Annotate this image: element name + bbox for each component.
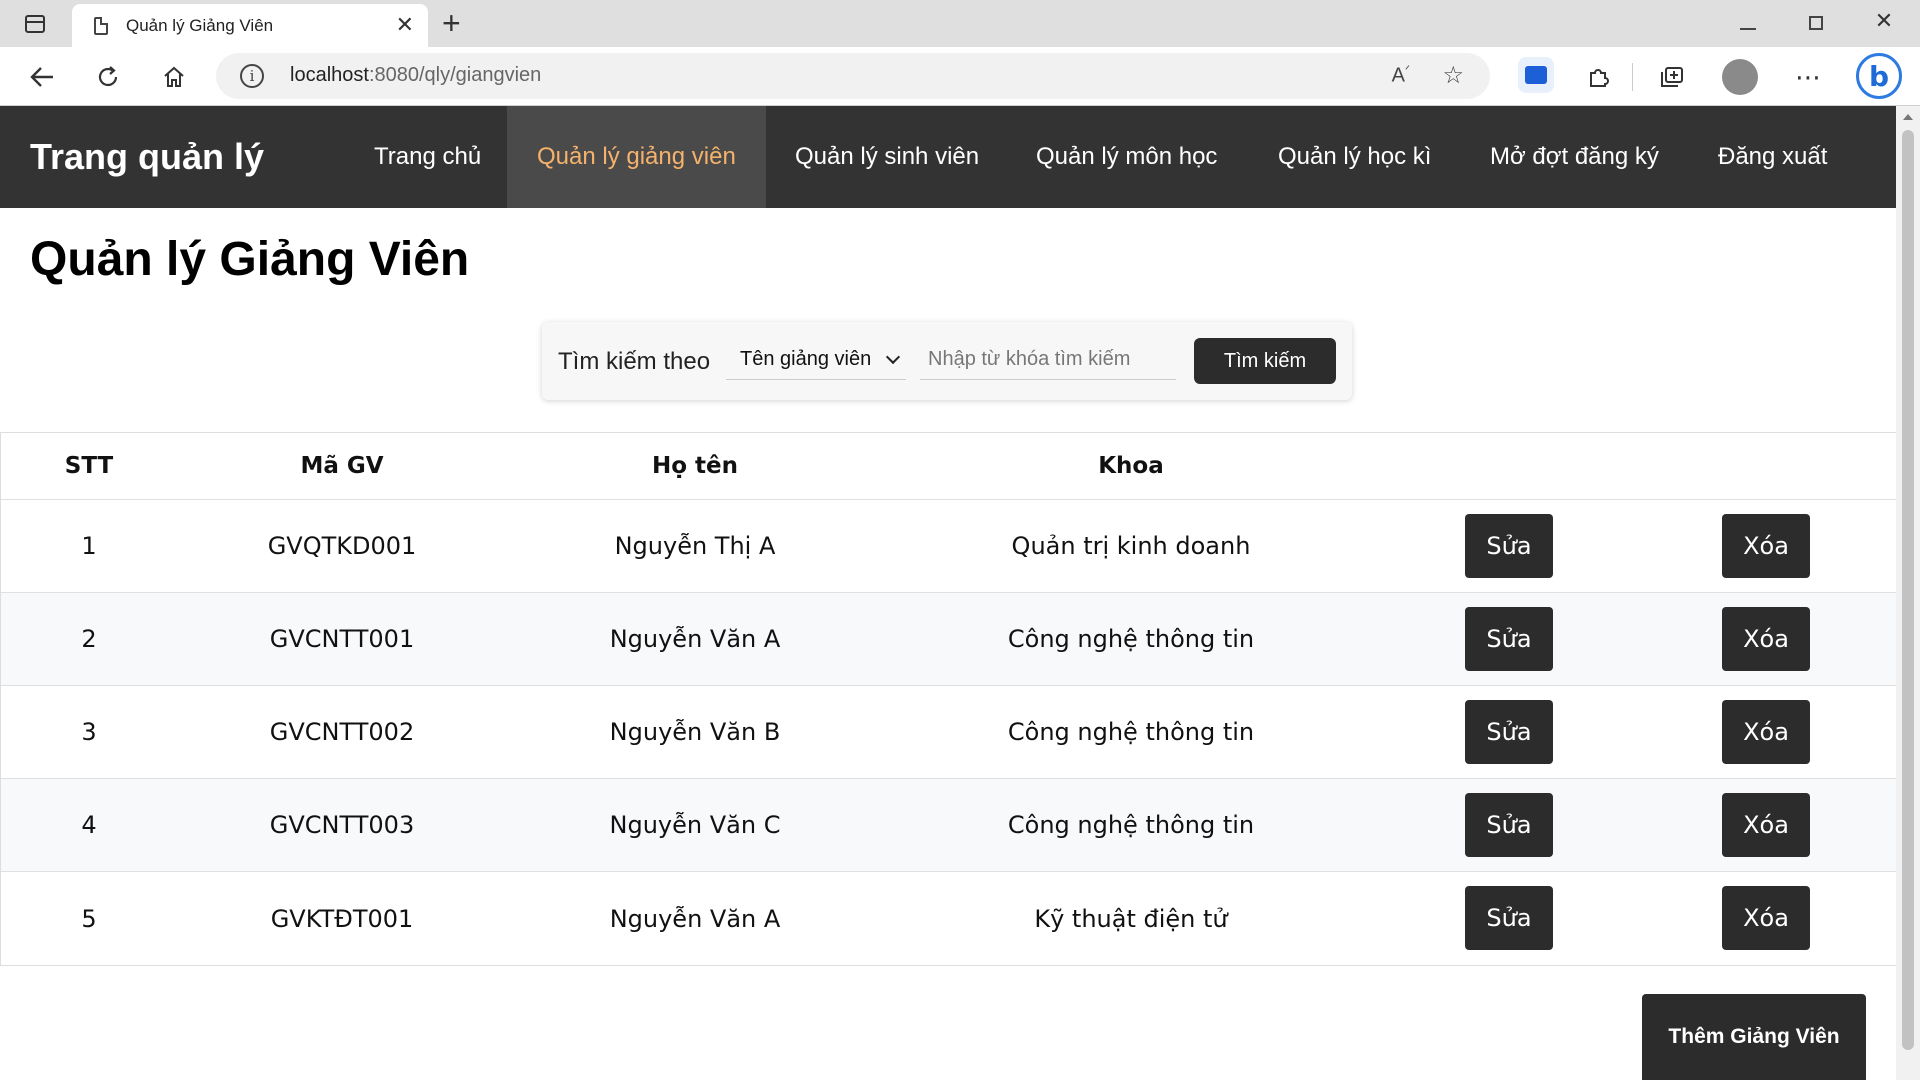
cell-ma-gv: GVKTĐT001 [270,904,414,933]
search-select-value: Tên giảng viên [740,348,872,370]
browser-toolbar: i localhost:8080/qly/giangvien Aᐟ ☆ ⋯ b [0,47,1920,106]
edit-button[interactable]: Sửa [1465,886,1553,950]
nav-open-registration[interactable]: Mở đợt đăng ký [1460,106,1689,208]
nav-logout[interactable]: Đăng xuất [1688,106,1857,208]
profile-avatar[interactable] [1722,59,1758,95]
cell-khoa: Công nghệ thông tin [1007,625,1255,653]
minimize-icon[interactable] [1728,8,1768,34]
delete-button[interactable]: Xóa [1722,793,1810,857]
browser-tab[interactable]: Quản lý Giảng Viên ✕ [72,4,428,47]
tab-close-icon[interactable]: ✕ [396,12,414,38]
scrollbar-thumb[interactable] [1902,130,1914,1050]
search-panel: Tìm kiếm theo Tên giảng viên Tìm kiếm [542,322,1352,400]
toolbar-separator [1632,63,1633,91]
collections-icon[interactable] [1652,57,1692,97]
delete-button[interactable]: Xóa [1722,514,1810,578]
bing-copilot-icon[interactable]: b [1856,53,1902,99]
edit-button[interactable]: Sửa [1465,607,1553,671]
header-khoa: Khoa [1098,453,1164,479]
lecturer-table: STT Mã GV Họ tên Khoa 1 GVQTKD001 Nguyễn… [0,432,1896,966]
scroll-up-icon[interactable] [1903,114,1913,120]
table-row: 1 GVQTKD001 Nguyễn Thị A Quản trị kinh d… [1,500,1896,593]
cell-stt: 2 [81,625,97,653]
cell-khoa: Công nghệ thông tin [1007,718,1255,746]
add-lecturer-button[interactable]: Thêm Giảng Viên [1642,994,1866,1080]
chevron-down-icon [885,349,901,365]
header-ho-ten: Họ tên [651,453,739,479]
cell-ma-gv: GVCNTT002 [269,718,415,746]
tab-title: Quản lý Giảng Viên [126,16,274,35]
nav-home[interactable]: Trang chủ [344,106,511,208]
cell-ma-gv: GVCNTT003 [269,811,415,839]
search-input[interactable] [920,340,1176,380]
extensions-puzzle-icon[interactable] [1578,57,1618,97]
search-button[interactable]: Tìm kiếm [1194,338,1336,384]
cell-khoa: Quản trị kinh doanh [1011,532,1251,560]
page-icon [94,17,108,35]
table-row: 3 GVCNTT002 Nguyễn Văn B Công nghệ thông… [1,686,1896,779]
cell-ho-ten: Nguyễn Thị A [614,532,776,560]
delete-button[interactable]: Xóa [1722,700,1810,764]
table-header-row: STT Mã GV Họ tên Khoa [1,433,1896,500]
address-bar[interactable]: i localhost:8080/qly/giangvien Aᐟ ☆ [216,53,1490,99]
nav-lecturer-management[interactable]: Quản lý giảng viên [507,106,766,208]
tab-actions-icon[interactable] [14,8,56,40]
add-favorite-icon[interactable]: ☆ [1442,61,1464,90]
edit-button[interactable]: Sửa [1465,514,1553,578]
extension-icon[interactable] [1518,57,1554,93]
cell-ma-gv: GVCNTT001 [269,625,415,653]
edit-button[interactable]: Sửa [1465,793,1553,857]
page-title: Quản lý Giảng Viên [30,233,470,286]
cell-ho-ten: Nguyễn Văn A [609,904,781,933]
url-text: localhost:8080/qly/giangvien [290,64,542,86]
cell-stt: 1 [81,532,97,560]
search-field-select[interactable]: Tên giảng viên [726,340,906,380]
cell-ma-gv: GVQTKD001 [267,532,417,560]
home-icon[interactable] [154,57,194,97]
nav-student-management[interactable]: Quản lý sinh viên [765,106,1009,208]
cell-ho-ten: Nguyễn Văn A [609,625,781,653]
window-close-icon[interactable]: ✕ [1864,8,1904,34]
cell-ho-ten: Nguyễn Văn C [609,811,781,839]
maximize-icon[interactable] [1796,8,1836,36]
delete-button[interactable]: Xóa [1722,886,1810,950]
nav-subject-management[interactable]: Quản lý môn học [1006,106,1247,208]
table-row: 2 GVCNTT001 Nguyễn Văn A Công nghệ thông… [1,593,1896,686]
header-ma-gv: Mã GV [300,453,384,479]
edit-button[interactable]: Sửa [1465,700,1553,764]
more-menu-icon[interactable]: ⋯ [1788,57,1828,97]
back-icon[interactable] [22,57,62,97]
cell-stt: 5 [81,904,97,933]
cell-khoa: Công nghệ thông tin [1007,811,1255,839]
reload-icon[interactable] [88,57,128,97]
cell-stt: 4 [81,811,97,839]
cell-khoa: Kỹ thuật điện tử [1034,904,1228,933]
read-aloud-icon[interactable]: Aᐟ [1392,63,1410,88]
cell-ho-ten: Nguyễn Văn B [609,718,781,746]
delete-button[interactable]: Xóa [1722,607,1810,671]
table-row: 5 GVKTĐT001 Nguyễn Văn A Kỹ thuật điện t… [1,872,1896,965]
brand-title: Trang quản lý [30,136,265,177]
browser-tabstrip: Quản lý Giảng Viên ✕ + ✕ [0,0,1920,47]
vertical-scrollbar[interactable] [1896,106,1920,1080]
cell-stt: 3 [81,718,97,746]
top-navbar: Trang quản lý Trang chủ Quản lý giảng vi… [0,106,1896,208]
header-stt: STT [64,453,114,479]
table-row: 4 GVCNTT003 Nguyễn Văn C Công nghệ thông… [1,779,1896,872]
new-tab-icon[interactable]: + [442,6,461,40]
page-viewport: Trang quản lý Trang chủ Quản lý giảng vi… [0,106,1896,1080]
search-label: Tìm kiếm theo [558,348,711,375]
site-info-icon[interactable]: i [240,64,264,88]
nav-semester-management[interactable]: Quản lý học kì [1248,106,1461,208]
